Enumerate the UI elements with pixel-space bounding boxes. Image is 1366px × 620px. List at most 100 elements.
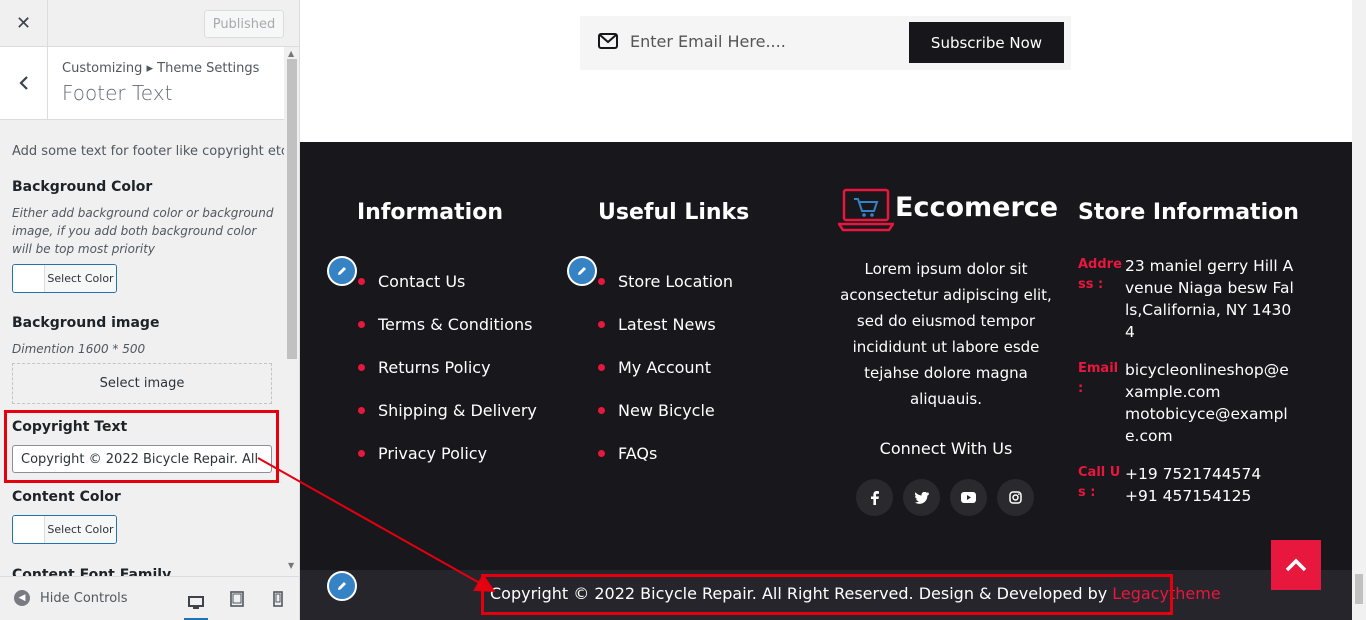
- hide-controls-icon: ◀: [14, 590, 30, 606]
- footer-link[interactable]: Privacy Policy: [358, 432, 537, 475]
- customizer-footer: ◀ Hide Controls: [0, 576, 299, 620]
- preview-desktop-button[interactable]: [184, 587, 208, 620]
- email-value[interactable]: motobicyce@example.com: [1125, 403, 1295, 447]
- newsletter-form: Enter Email Here.... Subscribe Now: [580, 16, 1071, 70]
- scroll-up-arrow-icon: ▲: [288, 49, 295, 58]
- back-button[interactable]: [0, 47, 48, 119]
- page-scrollbar[interactable]: [1352, 0, 1366, 620]
- bullet-icon: [598, 364, 605, 371]
- pencil-icon: [578, 267, 586, 275]
- footer-link[interactable]: Store Location: [598, 260, 733, 303]
- instagram-button[interactable]: [997, 479, 1034, 516]
- bullet-icon: [598, 278, 605, 285]
- bullet-icon: [358, 364, 365, 371]
- bg-color-note: Either add background color or backgroun…: [12, 206, 274, 256]
- chevron-left-icon: [18, 76, 28, 90]
- select-image-button[interactable]: Select image: [12, 363, 272, 404]
- close-icon: ✕: [15, 13, 32, 34]
- about-text: Lorem ipsum dolor sit aconsectetur adipi…: [840, 260, 1052, 408]
- call-label: Call Us :: [1078, 465, 1121, 500]
- section-header: Customizing ▸ Theme Settings Footer Text: [0, 47, 284, 120]
- footer-link[interactable]: Returns Policy: [358, 346, 537, 389]
- store-info-title: Store Information: [1078, 200, 1299, 225]
- section-title: Footer Text: [62, 81, 173, 105]
- edit-shortcut-button[interactable]: [327, 256, 357, 286]
- twitter-icon: [914, 491, 929, 504]
- bullet-icon: [598, 321, 605, 328]
- bg-color-label: Background Color: [12, 179, 153, 195]
- chevron-up-icon: [1285, 558, 1307, 572]
- footer-link[interactable]: Contact Us: [358, 260, 537, 303]
- tablet-icon: [230, 591, 244, 607]
- social-links: [856, 479, 1034, 516]
- phone-value[interactable]: +19 7521744574: [1125, 463, 1295, 485]
- information-title: Information: [357, 200, 503, 225]
- highlight-box-copyright: [481, 574, 1173, 615]
- useful-links: Store Location Latest News My Account Ne…: [598, 260, 733, 475]
- footer-link[interactable]: My Account: [598, 346, 733, 389]
- desktop-icon: [188, 595, 204, 609]
- information-links: Contact Us Terms & Conditions Returns Po…: [358, 260, 537, 475]
- customizer-header: ✕ Published: [0, 0, 299, 47]
- bullet-icon: [358, 407, 365, 414]
- hide-controls-button[interactable]: ◀ Hide Controls: [14, 590, 128, 606]
- bg-color-picker-button[interactable]: Select Color: [12, 264, 117, 293]
- color-swatch: [13, 265, 45, 292]
- bullet-icon: [358, 321, 365, 328]
- bullet-icon: [358, 278, 365, 285]
- close-customizer-button[interactable]: ✕: [0, 0, 48, 47]
- pencil-icon: [338, 582, 346, 590]
- edit-shortcut-button[interactable]: [327, 571, 357, 601]
- copyright-bar: Copyright © 2022 Bicycle Repair. All Rig…: [300, 570, 1352, 620]
- page-scrollbar-thumb[interactable]: [1355, 574, 1363, 604]
- content-color-picker-button[interactable]: Select Color: [12, 515, 117, 544]
- footer-link[interactable]: Terms & Conditions: [358, 303, 537, 346]
- facebook-button[interactable]: [856, 479, 893, 516]
- facebook-icon: [870, 490, 879, 505]
- address-value: 23 maniel gerry Hill Avenue Niaga besw F…: [1125, 257, 1294, 341]
- store-address: Address : 23 maniel gerry Hill Avenue Ni…: [1078, 255, 1295, 343]
- bg-image-note: Dimention 1600 * 500: [12, 342, 146, 356]
- bullet-icon: [358, 450, 365, 457]
- site-preview: Enter Email Here.... Subscribe Now Infor…: [300, 0, 1352, 620]
- bg-image-label: Background image: [12, 315, 160, 331]
- bullet-icon: [598, 407, 605, 414]
- footer-link[interactable]: Shipping & Delivery: [358, 389, 537, 432]
- subscribe-button[interactable]: Subscribe Now: [909, 22, 1064, 63]
- footer-link[interactable]: New Bicycle: [598, 389, 733, 432]
- laptop-cart-logo-icon: [836, 188, 896, 232]
- section-description: Add some text for footer like copyright …: [12, 144, 284, 159]
- site-logo[interactable]: Eccomerce: [836, 188, 1059, 232]
- email-label: Email :: [1078, 361, 1119, 396]
- customizer-sidebar: ✕ Published Customizing ▸ Theme Settings…: [0, 0, 300, 620]
- youtube-icon: [961, 492, 976, 503]
- footer-link[interactable]: FAQs: [598, 432, 733, 475]
- scroll-to-top-button[interactable]: [1271, 540, 1321, 590]
- phone-value[interactable]: +91 457154125: [1125, 485, 1295, 507]
- store-email: Email : bicycleonlineshop@example.com mo…: [1078, 359, 1295, 447]
- email-value[interactable]: bicycleonlineshop@example.com: [1125, 359, 1295, 403]
- twitter-button[interactable]: [903, 479, 940, 516]
- scrollbar-thumb[interactable]: [287, 59, 297, 359]
- youtube-button[interactable]: [950, 479, 987, 516]
- highlight-box-copyright-control: [4, 410, 279, 483]
- email-input[interactable]: Enter Email Here....: [630, 32, 786, 51]
- content-color-label: Content Color: [12, 489, 121, 505]
- color-swatch: [13, 516, 45, 543]
- store-phone: Call Us : +19 7521744574 +91 457154125: [1078, 463, 1295, 507]
- preview-tablet-button[interactable]: [225, 587, 249, 611]
- controls-panel: Add some text for footer like copyright …: [0, 120, 284, 576]
- mobile-icon: [273, 591, 283, 607]
- connect-heading: Connect With Us: [879, 439, 1013, 458]
- bullet-icon: [598, 450, 605, 457]
- sidebar-scrollbar[interactable]: ▲ ▼: [285, 47, 299, 576]
- address-label: Address :: [1078, 257, 1122, 292]
- edit-shortcut-button[interactable]: [567, 256, 597, 286]
- footer-link[interactable]: Latest News: [598, 303, 733, 346]
- preview-mobile-button[interactable]: [266, 587, 290, 611]
- mail-icon: [598, 33, 618, 49]
- useful-links-title: Useful Links: [598, 200, 750, 225]
- published-button[interactable]: Published: [204, 10, 284, 38]
- logo-text: Eccomerce: [895, 192, 1059, 223]
- breadcrumb: Customizing ▸ Theme Settings: [62, 61, 260, 76]
